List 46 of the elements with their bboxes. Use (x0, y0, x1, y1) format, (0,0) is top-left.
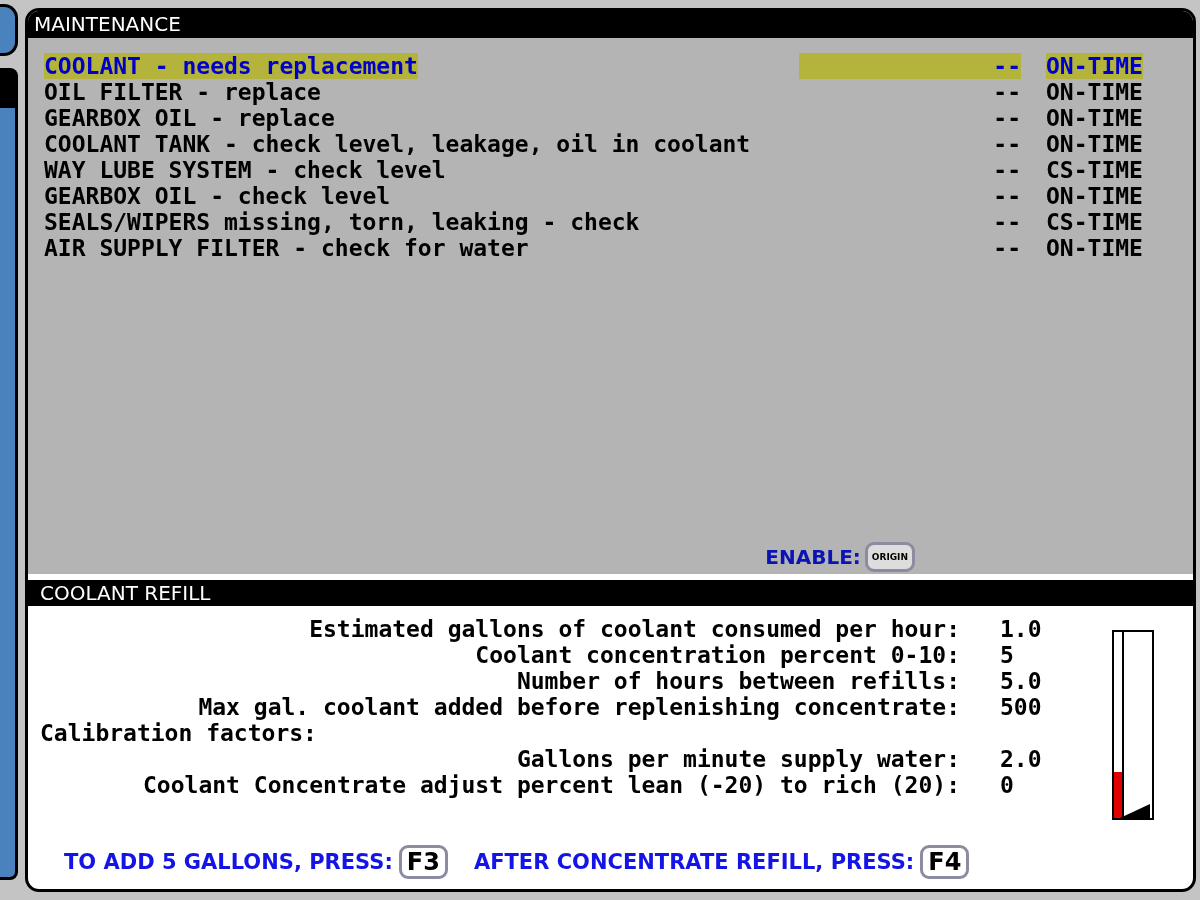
setting-label: Max gal. coolant added before replenishing concentrate: (197, 694, 960, 720)
setting-label: Gallons per minute supply water: (515, 746, 960, 772)
status-cell: ON-TIME (1046, 105, 1143, 131)
f3-key[interactable]: F3 (398, 845, 448, 879)
status-cell: ON-TIME (1046, 235, 1143, 261)
due-cell: -- (799, 53, 1021, 79)
due-cell-text: -- (992, 183, 1021, 209)
task-item[interactable]: COOLANT - needs replacement (44, 53, 418, 79)
task-item[interactable]: GEARBOX OIL - replace (44, 105, 335, 131)
task-item[interactable]: COOLANT TANK - check level, leakage, oil in coolant (44, 131, 751, 157)
setting-label: Coolant Concentrate adjust percent lean (-20) to rich (20): (142, 772, 960, 798)
f4-key[interactable]: F4 (920, 845, 970, 879)
status-cell: CS-TIME (1046, 157, 1143, 183)
due-cell-text: -- (992, 157, 1021, 183)
setting-label: Number of hours between refills: (515, 668, 960, 694)
setting-value[interactable]: 5 (960, 642, 1080, 668)
setting-value[interactable]: 1.0 (960, 616, 1080, 642)
task-item[interactable]: SEALS/WIPERS missing, torn, leaking - check (44, 209, 640, 235)
status-cell: ON-TIME (1046, 79, 1143, 105)
setting-value[interactable]: 0 (960, 772, 1080, 798)
origin-key[interactable]: ORIGIN (864, 542, 915, 572)
settings-heading: Calibration factors: (40, 720, 318, 746)
due-cell-text: -- (992, 79, 1021, 105)
task-item[interactable]: OIL FILTER - replace (44, 79, 321, 105)
enable-label: ENABLE: (765, 545, 861, 569)
task-item[interactable]: WAY LUBE SYSTEM - check level (44, 157, 446, 183)
setting-value[interactable]: 5.0 (960, 668, 1080, 694)
task-item[interactable]: AIR SUPPLY FILTER - check for water (44, 235, 529, 261)
setting-value[interactable]: 2.0 (960, 746, 1080, 772)
side-tab[interactable] (0, 4, 18, 56)
section-title: MAINTENANCE (28, 11, 1193, 38)
due-cell-text: -- (992, 131, 1021, 157)
status-cell: CS-TIME (1046, 209, 1143, 235)
status-cell: ON-TIME (1046, 183, 1143, 209)
prompt-text: TO ADD 5 GALLONS, PRESS: (64, 850, 393, 874)
status-cell: ON-TIME (1046, 131, 1143, 157)
due-cell-text: -- (992, 105, 1021, 131)
due-cell-text: -- (992, 209, 1021, 235)
setting-label: Coolant concentration percent 0-10: (474, 642, 960, 668)
setting-label: Estimated gallons of coolant consumed per hour: (308, 616, 960, 642)
prompt-text: AFTER CONCENTRATE REFILL, PRESS: (473, 850, 915, 874)
section-title: COOLANT REFILL (28, 580, 1193, 606)
setting-value[interactable]: 500 (960, 694, 1080, 720)
due-cell-text: -- (992, 235, 1021, 261)
status-cell: ON-TIME (1046, 53, 1143, 79)
task-item[interactable]: GEARBOX OIL - check level (44, 183, 391, 209)
